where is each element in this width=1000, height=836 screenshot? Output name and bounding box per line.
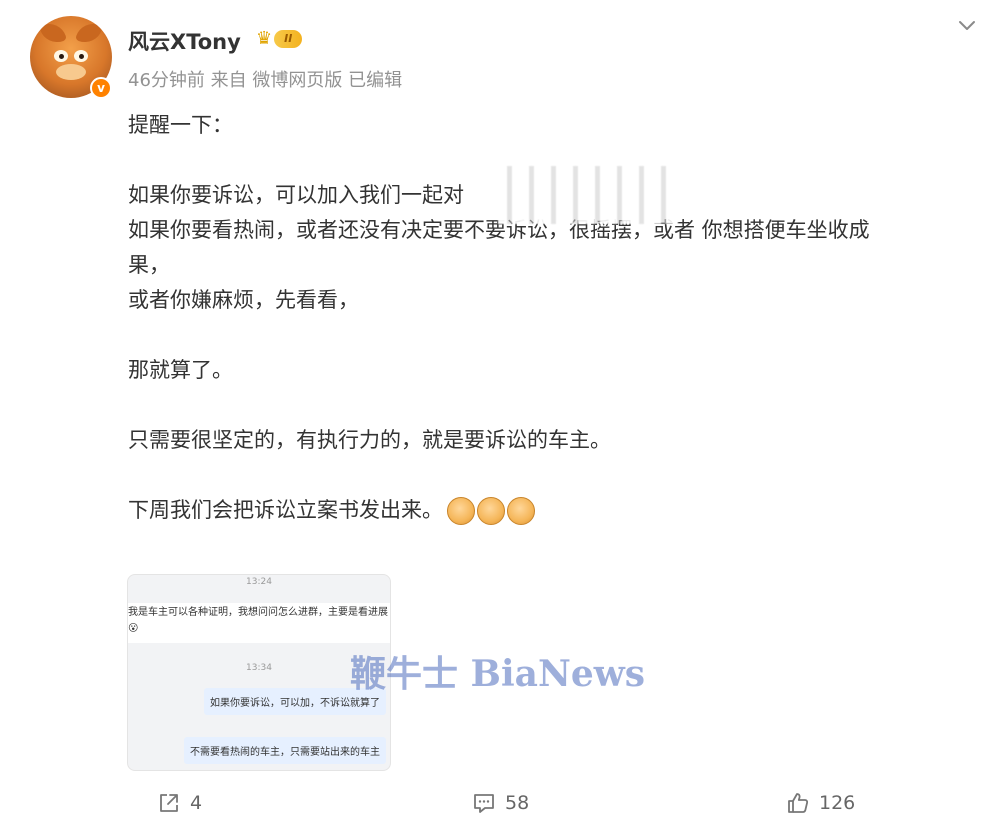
comment-button[interactable]: 58 [471,790,529,816]
thumbs-up-icon [788,793,809,813]
rank-level: II [274,30,303,48]
avatar-muzzle [56,64,86,80]
verified-badge-icon: v [90,77,112,99]
like-button[interactable]: 126 [785,790,855,816]
avatar-ear [38,18,68,48]
post-line: 提醒一下： [128,113,233,137]
fist-emoji-icon [447,497,475,525]
fist-emoji-icon [477,497,505,525]
avatar-eye [74,50,88,62]
post-line-last: 下周我们会把诉讼立案书发出来。 [128,493,978,528]
weibo-post-card: v 风云XTony ♛ II 46分钟前 来自 微博网页版 已编辑 提醒一下： … [0,0,1000,836]
post-line: 那就算了。 [128,358,233,382]
redaction-blur [498,166,678,224]
comment-count: 58 [505,792,530,814]
fist-emoji-icon [507,497,535,525]
share-count: 4 [190,792,203,814]
avatar-eye [54,50,68,62]
rank-badge[interactable]: ♛ II [256,28,303,50]
share-button[interactable]: 4 [156,790,202,816]
post-meta: 46分钟前 来自 微博网页版 已编辑 [128,70,403,91]
chat-message-outgoing: 不需要看热闹的车主，只需要站出来的车主 [184,737,386,764]
chat-timestamp: 13:24 [246,577,272,587]
emoji-group [447,497,535,525]
post-line: 只需要很坚定的，有执行力的，就是要诉讼的车主。 [128,428,611,452]
comment-icon [474,794,494,813]
post-line: 或者你嫌麻烦，先看看， [128,288,359,312]
watermark: 鞭牛士 BiaNews [350,653,646,695]
username[interactable]: 风云XTony [128,26,241,56]
post-line: 果， [128,253,170,277]
chat-message-incoming: 我是车主可以各种证明，我想问问怎么进群，主要是看进展😮 [128,603,390,643]
post-line-text: 下周我们会把诉讼立案书发出来。 [128,498,443,522]
like-count: 126 [819,792,856,814]
action-bar: 4 58 126 [0,786,1000,822]
share-icon [160,794,178,812]
chevron-down-icon[interactable] [956,14,978,36]
avatar-ear [74,18,104,48]
crown-icon: ♛ [256,28,273,49]
